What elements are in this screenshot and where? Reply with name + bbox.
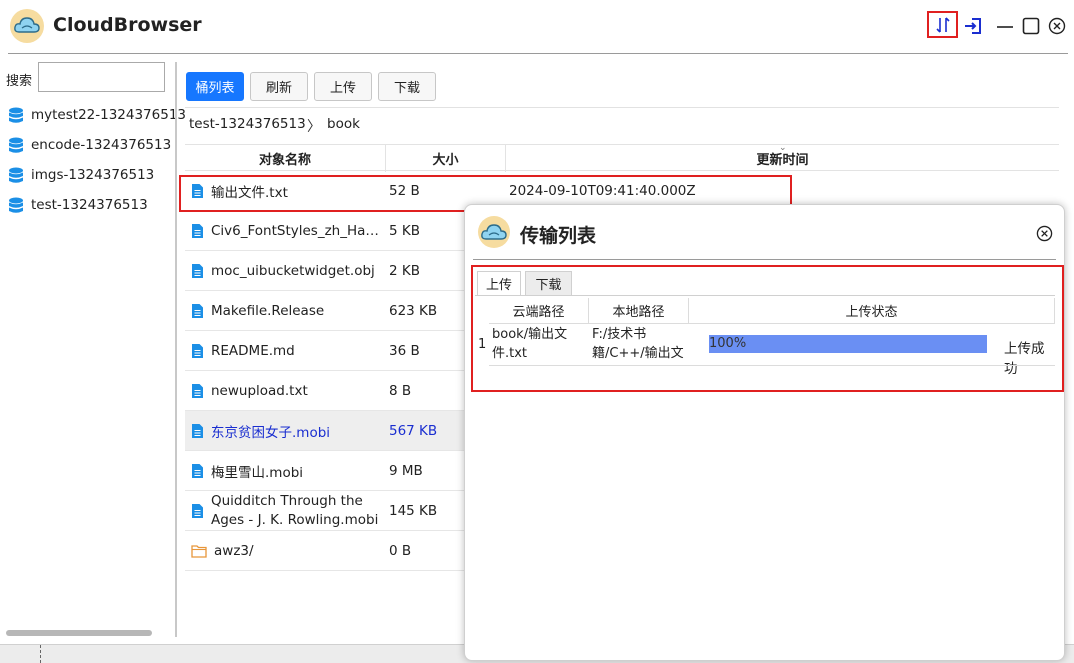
transfer-arrows-icon <box>935 16 950 33</box>
remote-path: book/输出文件.txt <box>492 327 568 361</box>
row-index: 1 <box>478 337 487 352</box>
upload-progress-bar: 100% <box>709 335 987 353</box>
breadcrumb-bucket[interactable]: test-1324376513 <box>189 116 306 132</box>
sidebar: 搜索 mytest22-1324376513 encode-1324376513… <box>0 54 186 644</box>
sort-caret-icon: ⌄ <box>779 143 787 153</box>
bucket-label: imgs-1324376513 <box>31 167 155 183</box>
object-name: README.md <box>191 331 385 371</box>
column-header-remote-path[interactable]: 云端路径 <box>489 298 589 324</box>
breadcrumb-separator: 〉 <box>307 119 321 135</box>
column-header-upload-status[interactable]: 上传状态 <box>689 298 1055 324</box>
file-icon <box>192 504 203 518</box>
folder-icon <box>191 545 207 558</box>
column-header-size[interactable]: 大小 <box>386 145 506 172</box>
file-icon <box>192 224 203 238</box>
bucket-item[interactable]: encode-1324376513 <box>8 133 171 157</box>
object-name: moc_uibucketwidget.obj <box>191 251 385 291</box>
sign-out-icon <box>965 18 981 34</box>
database-icon <box>9 197 23 213</box>
close-circle-icon <box>1036 225 1053 242</box>
download-button[interactable]: 下载 <box>378 72 436 101</box>
bucket-label: encode-1324376513 <box>31 137 172 153</box>
refresh-button[interactable]: 刷新 <box>250 72 308 101</box>
tab-upload[interactable]: 上传 <box>477 271 521 295</box>
object-name: Civ6_FontStyles_zh_Hans_... <box>191 211 385 251</box>
database-icon <box>9 107 23 123</box>
object-name: 输出文件.txt <box>191 171 385 211</box>
column-header-name[interactable]: 对象名称 <box>185 145 386 172</box>
file-icon <box>192 424 203 438</box>
cloud-logo-icon <box>478 216 510 248</box>
app-title: CloudBrowser <box>53 14 202 36</box>
minimize-button[interactable] <box>995 14 1015 38</box>
file-icon <box>192 264 203 278</box>
close-button[interactable] <box>1047 14 1067 38</box>
bucket-label: mytest22-1324376513 <box>31 107 187 123</box>
database-icon <box>9 137 23 153</box>
bucket-label: test-1324376513 <box>31 197 148 213</box>
database-icon <box>9 167 23 183</box>
bucket-item[interactable]: mytest22-1324376513 <box>8 103 186 127</box>
object-table-header: 对象名称 大小 更新时间 ⌄ <box>185 143 1059 172</box>
close-circle-icon <box>1048 17 1066 35</box>
tab-download[interactable]: 下载 <box>525 271 572 295</box>
title-bar: CloudBrowser <box>0 0 1074 52</box>
dialog-divider <box>473 259 1056 260</box>
bucket-list-button[interactable]: 桶列表 <box>186 72 244 101</box>
sidebar-divider[interactable] <box>175 62 177 637</box>
search-input[interactable] <box>38 62 165 92</box>
dialog-close-button[interactable] <box>1036 225 1053 242</box>
object-name: 东京贫困女子.mobi <box>191 411 385 451</box>
column-header-local-path[interactable]: 本地路径 <box>589 298 689 324</box>
exit-button[interactable] <box>962 14 984 38</box>
maximize-icon <box>1022 17 1040 35</box>
transfer-list-dialog: 传输列表 上传 下载 云端路径 本地路径 上传状态 1 book/输出文件.tx… <box>464 204 1065 661</box>
file-icon <box>192 184 203 198</box>
sidebar-horizontal-scrollbar[interactable] <box>6 630 152 636</box>
search-label: 搜索 <box>6 74 33 89</box>
bucket-item[interactable]: imgs-1324376513 <box>8 163 154 187</box>
minimize-icon <box>997 26 1013 28</box>
row-divider <box>489 365 1055 366</box>
dashed-divider <box>40 645 41 663</box>
object-name: awz3/ <box>191 531 385 571</box>
file-icon <box>192 464 203 478</box>
object-name: Makefile.Release <box>191 291 385 331</box>
dialog-title: 传输列表 <box>520 225 597 247</box>
upload-button[interactable]: 上传 <box>314 72 372 101</box>
breadcrumb-folder[interactable]: book <box>327 116 360 132</box>
bucket-item[interactable]: test-1324376513 <box>8 193 148 217</box>
object-name: Quidditch Through the Ages - J. K. Rowli… <box>191 491 385 531</box>
toolbar-divider <box>185 107 1059 108</box>
upload-status: 上传成功 <box>1004 341 1045 377</box>
cloud-logo-icon <box>10 9 44 43</box>
object-name: 梅里雪山.mobi <box>191 451 385 491</box>
local-path: F:/技术书籍/C++/输出文件.txt <box>592 327 684 361</box>
transfer-table: 云端路径 本地路径 上传状态 1 book/输出文件.txt F:/技术书籍/C… <box>475 295 1055 377</box>
object-name: newupload.txt <box>191 371 385 411</box>
file-icon <box>192 384 203 398</box>
file-icon <box>192 304 203 318</box>
maximize-button[interactable] <box>1021 14 1041 38</box>
file-icon <box>192 344 203 358</box>
transfer-list-button[interactable] <box>927 11 958 38</box>
